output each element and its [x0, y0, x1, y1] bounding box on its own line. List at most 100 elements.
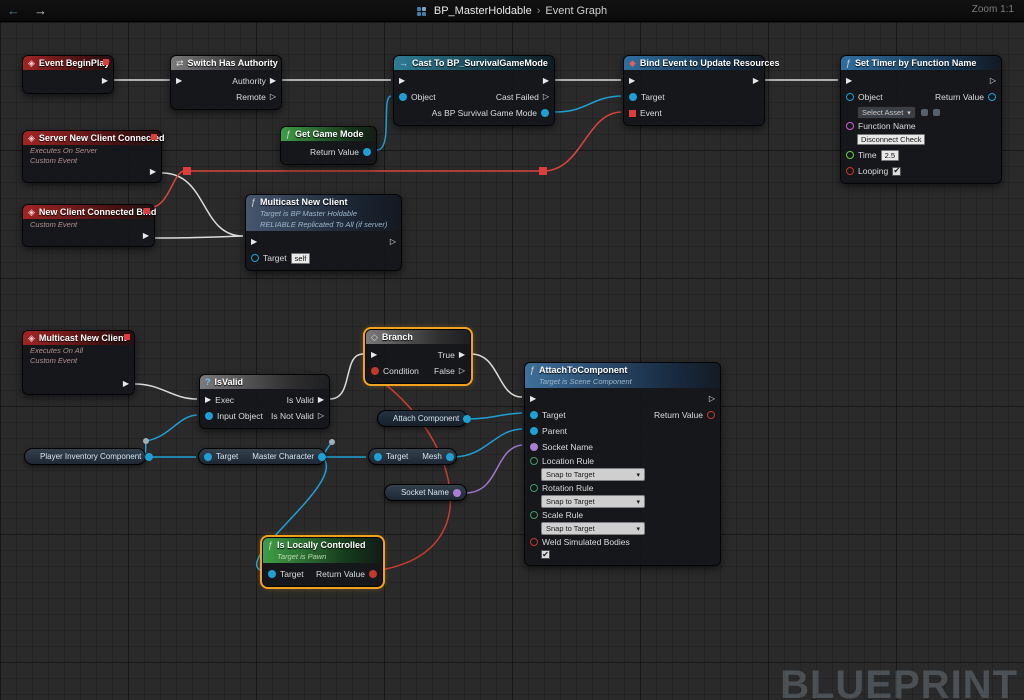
node-isvalid[interactable]: ?IsValid ▶Exec Is Valid▶ Input Object Is…: [199, 374, 330, 429]
node-cast-to-survivalgamemode[interactable]: →Cast To BP_SurvivalGameMode ▶ ▶ Object …: [393, 55, 555, 126]
exec-in-pin[interactable]: ▶: [530, 395, 536, 403]
exec-in-pin[interactable]: ▶: [629, 77, 635, 85]
as-cast-out-pin[interactable]: [541, 109, 549, 117]
exec-out-pin[interactable]: ▶: [123, 380, 129, 388]
node-attach-component-variable[interactable]: Attach Component: [377, 410, 467, 427]
node-branch[interactable]: ◇Branch ▶ True▶ Condition False▷: [365, 329, 471, 384]
object-in-pin[interactable]: [399, 93, 407, 101]
target-in-pin[interactable]: [374, 453, 382, 461]
exec-out-pin[interactable]: ▷: [709, 395, 715, 403]
target-in-pin[interactable]: [251, 254, 259, 262]
delegate-pin[interactable]: [103, 59, 109, 65]
authority-exec-out-pin[interactable]: ▶: [270, 77, 276, 85]
exec-in-pin[interactable]: ▶: [399, 77, 405, 85]
pin-label: Target: [280, 569, 304, 579]
is-not-valid-exec-out-pin[interactable]: ▷: [318, 412, 324, 420]
node-player-inventory-component-variable[interactable]: Player Inventory Component: [24, 448, 146, 465]
node-set-timer-by-function-name[interactable]: ƒSet Timer by Function Name ▶ ▷ Object R…: [840, 55, 1002, 184]
node-bind-event-update-resources[interactable]: ◆Bind Event to Update Resources ▶ ▶ Targ…: [623, 55, 765, 126]
location-rule-in-pin[interactable]: [530, 457, 538, 465]
looping-checkbox[interactable]: ✔: [892, 167, 901, 176]
target-in-pin[interactable]: [268, 570, 276, 578]
exec-in-pin[interactable]: ▶: [371, 351, 377, 359]
rotation-rule-in-pin[interactable]: [530, 484, 538, 492]
node-get-game-mode[interactable]: ƒGet Game Mode Return Value: [280, 126, 377, 165]
value-out-pin[interactable]: [318, 453, 326, 461]
value-out-pin[interactable]: [463, 415, 471, 423]
target-in-pin[interactable]: [629, 93, 637, 101]
weld-checkbox[interactable]: ✔: [541, 550, 550, 559]
scale-rule-in-pin[interactable]: [530, 511, 538, 519]
dropdown-value: Snap to Target: [546, 470, 595, 479]
target-self-input[interactable]: self: [291, 253, 311, 264]
node-event-beginplay[interactable]: ◈Event BeginPlay ▶: [22, 55, 114, 94]
value-out-pin[interactable]: [145, 453, 153, 461]
false-exec-out-pin[interactable]: ▷: [459, 367, 465, 375]
exec-in-pin[interactable]: ▶: [846, 77, 852, 85]
value-out-pin[interactable]: [446, 453, 454, 461]
rotation-rule-dropdown[interactable]: Snap to Target▾: [541, 495, 645, 508]
exec-out-pin[interactable]: ▶: [150, 168, 156, 176]
delegate-pin[interactable]: [144, 208, 150, 214]
object-in-pin[interactable]: [846, 93, 854, 101]
breadcrumb-asset: BP_MasterHoldable: [434, 5, 532, 17]
node-title: Server New Client Connected: [39, 133, 165, 143]
weld-in-pin[interactable]: [530, 538, 538, 546]
condition-in-pin[interactable]: [371, 367, 379, 375]
exec-out-pin[interactable]: ▷: [990, 77, 996, 85]
node-server-new-client-connected[interactable]: ◈Server New Client Connected Executes On…: [22, 130, 162, 183]
node-multicast-new-client-call[interactable]: ƒMulticast New Client Target is BP Maste…: [245, 194, 402, 271]
node-attach-to-component[interactable]: ƒAttachToComponent Target is Scene Compo…: [524, 362, 721, 566]
node-new-client-connected-bind[interactable]: ◈New Client Connected Bind Custom Event …: [22, 204, 155, 247]
return-value-out-pin[interactable]: [707, 411, 715, 419]
remote-exec-out-pin[interactable]: ▷: [270, 93, 276, 101]
input-object-in-pin[interactable]: [205, 412, 213, 420]
time-input[interactable]: 2.5: [881, 150, 899, 161]
pin-label: Input Object: [217, 411, 263, 421]
node-subtitle: Target is BP Master Holdable: [246, 209, 401, 220]
target-in-pin[interactable]: [530, 411, 538, 419]
node-socket-name-variable[interactable]: Socket Name: [384, 484, 467, 501]
node-title: Cast To BP_SurvivalGameMode: [412, 58, 548, 68]
return-value-out-pin[interactable]: [988, 93, 996, 101]
time-in-pin[interactable]: [846, 151, 854, 159]
function-name-input[interactable]: Disconnect Check: [857, 134, 925, 145]
looping-in-pin[interactable]: [846, 167, 854, 175]
exec-out-pin[interactable]: ▶: [753, 77, 759, 85]
exec-out-pin[interactable]: ▶: [543, 77, 549, 85]
browse-asset-icon[interactable]: [933, 109, 940, 116]
node-mesh-getter[interactable]: TargetMesh: [368, 448, 457, 465]
exec-out-pin[interactable]: ▶: [143, 232, 149, 240]
node-subtitle: Executes On Server: [23, 145, 161, 155]
event-delegate-pin[interactable]: [629, 110, 636, 117]
is-valid-exec-out-pin[interactable]: ▶: [318, 396, 324, 404]
back-arrow-icon[interactable]: ←: [0, 4, 27, 17]
target-in-pin[interactable]: [204, 453, 212, 461]
scale-rule-dropdown[interactable]: Snap to Target▾: [541, 522, 645, 535]
exec-in-pin[interactable]: ▶: [176, 77, 182, 85]
parent-in-pin[interactable]: [530, 427, 538, 435]
node-multicast-new-client-event[interactable]: ◈Multicast New Client Executes On All Cu…: [22, 330, 135, 395]
node-is-locally-controlled[interactable]: ƒIs Locally Controlled Target is Pawn Ta…: [262, 537, 383, 587]
use-selected-asset-icon[interactable]: [921, 109, 928, 116]
socket-name-in-pin[interactable]: [530, 443, 538, 451]
node-switch-has-authority[interactable]: ⇄Switch Has Authority ▶ Authority▶ Remot…: [170, 55, 282, 110]
node-master-character-getter[interactable]: TargetMaster Character: [198, 448, 326, 465]
location-rule-dropdown[interactable]: Snap to Target▾: [541, 468, 645, 481]
node-title: Event BeginPlay: [39, 58, 110, 68]
exec-in-pin[interactable]: ▶: [251, 238, 257, 246]
function-name-in-pin[interactable]: [846, 122, 854, 130]
cast-failed-exec-pin[interactable]: ▷: [543, 93, 549, 101]
exec-out-pin[interactable]: ▷: [390, 238, 396, 246]
function-icon: ƒ: [530, 366, 535, 375]
delegate-pin[interactable]: [151, 134, 157, 140]
return-value-out-pin[interactable]: [363, 148, 371, 156]
exec-out-pin[interactable]: ▶: [102, 77, 108, 85]
select-asset-dropdown[interactable]: Select Asset▾: [857, 106, 916, 119]
exec-in-pin[interactable]: ▶: [205, 396, 211, 404]
value-out-pin[interactable]: [453, 489, 461, 497]
forward-arrow-icon[interactable]: →: [27, 4, 54, 17]
delegate-pin[interactable]: [124, 334, 130, 340]
return-value-out-pin[interactable]: [369, 570, 377, 578]
true-exec-out-pin[interactable]: ▶: [459, 351, 465, 359]
